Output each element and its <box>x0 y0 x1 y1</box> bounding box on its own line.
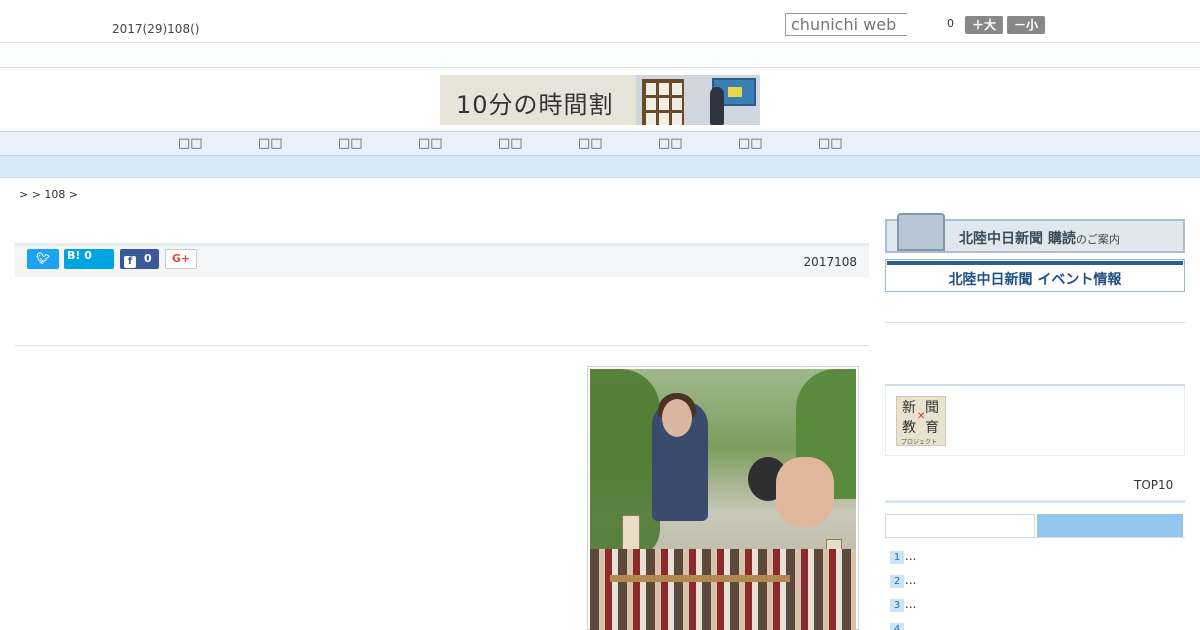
nav-item[interactable]: □□ <box>658 136 683 151</box>
rank-title: ... <box>905 573 917 587</box>
ranking-tab-2[interactable] <box>1037 514 1183 537</box>
rank-number: 2 <box>890 575 904 588</box>
font-smaller-button[interactable]: －小 <box>1007 16 1045 34</box>
nav-item[interactable]: □□ <box>418 136 443 151</box>
window-shape <box>642 79 684 125</box>
education-project-logo[interactable]: 新 聞 ✕ 教 育 プロジェクト <box>896 396 946 446</box>
ranking-tab-1[interactable] <box>885 514 1035 538</box>
nav-item[interactable]: □□ <box>738 136 763 151</box>
nav-item[interactable]: □□ <box>498 136 523 151</box>
font-size-count: 0 <box>947 17 954 30</box>
font-bigger-button[interactable]: ＋大 <box>965 16 1003 34</box>
search-input[interactable] <box>785 13 907 36</box>
facebook-icon: f <box>124 256 136 268</box>
rank-title: ... <box>905 597 917 611</box>
nav-item[interactable]: □□ <box>818 136 843 151</box>
twitter-icon: 🐦︎ <box>36 252 50 265</box>
ranking-item[interactable]: 4 <box>890 621 905 630</box>
share-bar: 🐦︎ B! 0 f0 G+ 2017108 <box>15 246 869 277</box>
rank-number: 3 <box>890 599 904 612</box>
facebook-count: 0 <box>144 252 152 265</box>
sub-nav <box>0 156 1200 178</box>
promo-banner[interactable]: 10分の時間割 <box>440 75 760 125</box>
sub-bar <box>0 44 1200 68</box>
top-bar: 2017(29)108() 0 ＋大 －小 <box>0 0 1200 43</box>
nav-item[interactable]: □□ <box>258 136 283 151</box>
event-info-label: 北陸中日新聞 イベント情報 <box>948 272 1122 288</box>
event-info-banner[interactable]: 北陸中日新聞 イベント情報 <box>885 259 1185 292</box>
googleplus-share-button[interactable]: G+ <box>165 249 197 269</box>
newspaper-book-icon <box>897 213 945 251</box>
banner-title: 10分の時間割 <box>456 91 614 119</box>
top10-heading: TOP10 <box>1134 478 1174 492</box>
banner-classroom-image <box>636 75 760 125</box>
twitter-share-button[interactable]: 🐦︎ <box>27 249 59 269</box>
article-date: 2017108 <box>803 255 857 269</box>
tab-underline <box>885 537 1185 538</box>
nav-item[interactable]: □□ <box>578 136 603 151</box>
ranking-item[interactable]: 1... <box>890 549 916 564</box>
hatena-icon: B! <box>67 249 81 262</box>
facebook-share-button[interactable]: f0 <box>120 249 159 269</box>
ranking-divider <box>885 500 1185 503</box>
hatena-bookmark-button[interactable]: B! 0 <box>64 249 114 269</box>
education-project-box: 新 聞 ✕ 教 育 プロジェクト <box>885 386 1185 456</box>
sidebar-divider <box>885 322 1185 323</box>
article-photo[interactable] <box>587 366 859 630</box>
rank-number: 4 <box>890 623 904 630</box>
festival-float-image <box>590 369 856 630</box>
article-divider <box>15 345 869 346</box>
subscription-label: 北陸中日新聞 購読のご案内 <box>959 231 1120 247</box>
nav-item[interactable]: □□ <box>338 136 363 151</box>
ranking-item[interactable]: 3... <box>890 597 916 612</box>
date-line: 2017(29)108() <box>112 22 200 36</box>
rank-number: 1 <box>890 551 904 564</box>
nav-item[interactable]: □□ <box>178 136 203 151</box>
rank-title: ... <box>905 549 917 563</box>
subscription-banner[interactable]: 北陸中日新聞 購読のご案内 <box>885 213 1185 253</box>
main-nav: □□ □□ □□ □□ □□ □□ □□ □□ □□ <box>0 131 1200 156</box>
breadcrumb[interactable]: > > 108 > <box>19 188 78 201</box>
teacher-figure <box>710 87 724 125</box>
hatena-count: 0 <box>84 249 92 262</box>
ranking-item[interactable]: 2... <box>890 573 916 588</box>
